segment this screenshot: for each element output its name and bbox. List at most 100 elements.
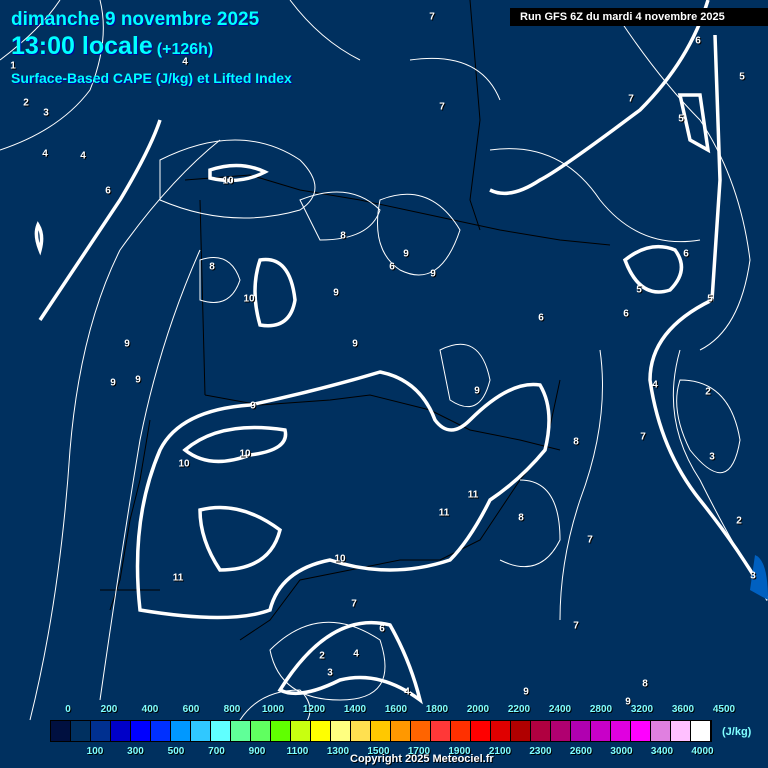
contour-label: 7 — [439, 101, 445, 113]
legend-tick-top: 3200 — [630, 704, 654, 715]
thin-contours — [0, 0, 751, 731]
contour-label: 9 — [250, 400, 256, 412]
contour-label: 10 — [222, 175, 234, 187]
legend-swatch — [571, 721, 591, 741]
legend-tick-top: 600 — [182, 704, 200, 715]
legend-swatch — [451, 721, 471, 741]
contour-label: 3 — [709, 451, 715, 463]
legend-tick-top: 1400 — [343, 704, 367, 715]
contour-label: 11 — [467, 489, 479, 501]
legend-tick-bottom: 3000 — [610, 746, 633, 757]
contour-label: 9 — [333, 287, 339, 299]
legend-tick-bottom: 300 — [127, 746, 144, 757]
legend-swatch — [71, 721, 91, 741]
legend-swatch — [211, 721, 231, 741]
legend-swatch — [471, 721, 491, 741]
contour-label: 11 — [438, 507, 450, 519]
legend-swatch — [391, 721, 411, 741]
legend-unit: (J/kg) — [722, 726, 752, 738]
contour-label: 4 — [652, 379, 658, 391]
legend-tick-bottom: 3400 — [650, 746, 674, 757]
contour-label: 5 — [678, 113, 684, 125]
coastlines-borders — [100, 0, 611, 641]
legend-tick-top: 800 — [223, 704, 241, 715]
legend-swatch — [111, 721, 131, 741]
field-title: Surface-Based CAPE (J/kg) et Lifted Inde… — [11, 70, 292, 86]
contour-label: 6 — [389, 261, 395, 273]
contour-label: 10 — [178, 458, 190, 470]
contour-label: 6 — [105, 185, 111, 197]
legend-swatch — [551, 721, 571, 741]
contour-label: 9 — [110, 377, 116, 389]
contour-label: 9 — [474, 385, 480, 397]
contour-label: 8 — [340, 230, 346, 242]
contour-label: 2 — [319, 650, 325, 662]
contour-label: 9 — [352, 338, 358, 350]
legend-swatch — [51, 721, 71, 741]
contour-label: 10 — [243, 293, 255, 305]
legend-tick-top: 2200 — [507, 704, 531, 715]
legend-swatch — [271, 721, 291, 741]
legend-tick-bottom: 2300 — [529, 746, 552, 757]
legend-tick-top: 2400 — [548, 704, 572, 715]
contour-label: 7 — [429, 11, 435, 23]
contour-label: 2 — [23, 97, 29, 109]
thick-contours — [34, 0, 768, 705]
legend-tick-bottom: 100 — [86, 746, 104, 757]
contour-label: 9 — [403, 248, 409, 260]
contour-label: 4 — [404, 686, 410, 698]
contour-label: 7 — [587, 534, 593, 546]
legend-swatch — [591, 721, 611, 741]
contour-label: 6 — [379, 623, 385, 635]
legend-swatch — [291, 721, 311, 741]
legend-tick-top: 4500 — [712, 704, 736, 715]
legend-swatch — [231, 721, 251, 741]
legend-swatch — [691, 721, 711, 741]
legend-tick-top: 1800 — [425, 704, 449, 715]
contour-label: 10 — [334, 553, 346, 565]
legend-tick-top: 1000 — [261, 704, 285, 715]
legend-tick-top: 2000 — [466, 704, 490, 715]
contour-label: 8 — [573, 436, 579, 448]
contour-label: 6 — [683, 248, 689, 260]
legend-swatch — [131, 721, 151, 741]
legend-tick-top: 200 — [100, 704, 118, 715]
legend-swatch — [311, 721, 331, 741]
legend-tick-top: 0 — [65, 704, 71, 715]
contour-label: 7 — [573, 620, 579, 632]
legend-tick-bottom: 700 — [208, 746, 225, 757]
copyright: Copyright 2025 Meteociel.fr — [350, 753, 494, 765]
forecast-time: 13:00 locale (+126h) — [11, 32, 213, 61]
contour-label: 8 — [642, 678, 648, 690]
contour-label: 11 — [172, 572, 184, 584]
contour-label: 9 — [124, 338, 130, 350]
contour-label: 9 — [430, 268, 436, 280]
contour-label: 6 — [538, 312, 544, 324]
legend-tick-top: 1600 — [384, 704, 408, 715]
legend-swatch — [531, 721, 551, 741]
legend-swatch — [611, 721, 631, 741]
legend-swatch — [151, 721, 171, 741]
contour-label: 3 — [43, 107, 49, 119]
contour-label: 7 — [351, 598, 357, 610]
contour-label: 7 — [628, 93, 634, 105]
run-info: Run GFS 6Z du mardi 4 novembre 2025 — [510, 8, 768, 26]
legend-tick-bottom: 500 — [167, 746, 185, 757]
legend-tick-top: 3600 — [671, 704, 695, 715]
legend-tick-top: 400 — [141, 704, 159, 715]
legend-swatch — [171, 721, 191, 741]
contour-label: 2 — [736, 515, 742, 527]
legend-tick-bottom: 2600 — [569, 746, 593, 757]
legend-swatch — [351, 721, 371, 741]
legend-swatch — [191, 721, 211, 741]
contour-label: 6 — [623, 308, 629, 320]
contour-label: 9 — [135, 374, 141, 386]
forecast-date: dimanche 9 novembre 2025 — [11, 9, 260, 30]
legend-tick-bottom: 1100 — [286, 746, 309, 757]
legend-swatch — [631, 721, 651, 741]
contour-label: 5 — [707, 293, 713, 305]
color-legend — [50, 720, 712, 742]
contour-label: 3 — [327, 667, 333, 679]
contour-label: 3 — [750, 570, 756, 582]
contour-label: 9 — [523, 686, 529, 698]
